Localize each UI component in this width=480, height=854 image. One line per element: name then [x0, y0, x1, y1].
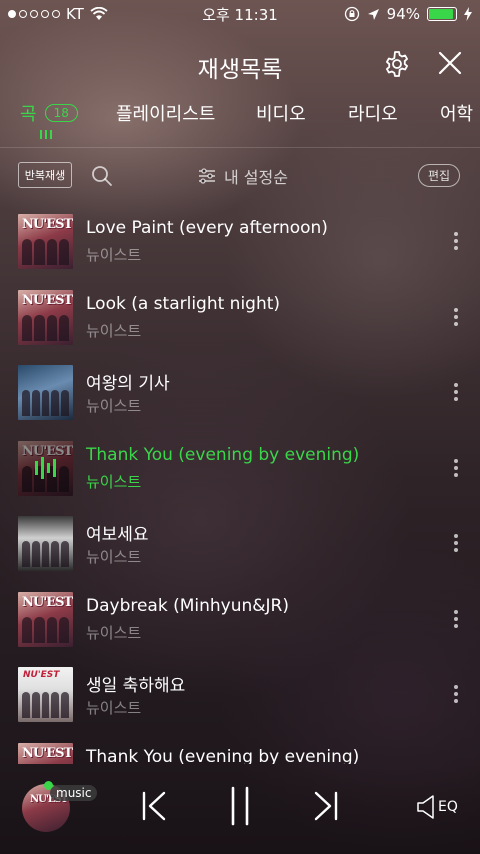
- track-artist: 뉴이스트: [86, 699, 142, 717]
- tab-songs[interactable]: 곡 18: [20, 100, 78, 126]
- battery-icon: [427, 7, 457, 21]
- track-title: 여보세요: [86, 525, 149, 545]
- music-tag: music: [50, 785, 98, 801]
- location-arrow-icon: [367, 8, 379, 20]
- track-row[interactable]: 여왕의 기사뉴이스트: [0, 355, 480, 431]
- speaker-icon: [417, 795, 434, 819]
- album-art-thumbnail: NU'EST: [18, 742, 73, 764]
- album-art-thumbnail: NU'EST: [18, 667, 73, 722]
- battery-percent: 94%: [386, 5, 420, 23]
- track-title: Daybreak (Minhyun&JR): [86, 595, 289, 616]
- more-options-icon[interactable]: [450, 534, 462, 556]
- tab-language[interactable]: 어학: [440, 100, 473, 126]
- next-track-icon[interactable]: [312, 790, 340, 822]
- playlist-header: 재생목록: [0, 45, 480, 85]
- track-artist: 뉴이스트: [86, 321, 142, 340]
- charging-bolt-icon: [464, 7, 472, 21]
- track-title: 여왕의 기사: [86, 374, 170, 394]
- list-toolbar: 반복재생 내 설정순 편집: [0, 158, 480, 194]
- track-artist: 뉴이스트: [86, 397, 142, 415]
- track-title: Thank You (evening by evening): [86, 444, 360, 465]
- track-list: NU'EST Love Paint (every afternoon) 뉴이스트 NU…: [0, 204, 480, 764]
- track-row[interactable]: NU'EST 생일 축하해요뉴이스트: [0, 657, 480, 733]
- album-art-thumbnail: NU'EST: [18, 591, 73, 647]
- wifi-icon: [90, 7, 108, 20]
- album-art-thumbnail: [18, 516, 73, 571]
- tab-playlists[interactable]: 플레이리스트: [116, 100, 215, 126]
- signal-strength-icon: [8, 10, 60, 18]
- pause-icon[interactable]: [228, 786, 252, 826]
- carrier-label: KT: [66, 5, 84, 23]
- track-title: Look (a starlight night): [86, 293, 281, 314]
- track-title: Love Paint (every afternoon): [86, 218, 328, 238]
- track-artist: 뉴이스트: [86, 246, 142, 264]
- track-artist: 뉴이스트: [86, 623, 142, 642]
- close-icon[interactable]: [436, 49, 464, 77]
- more-options-icon[interactable]: [450, 458, 462, 481]
- album-art-thumbnail: NU'EST: [18, 440, 73, 496]
- settings-gear-icon[interactable]: [382, 49, 412, 79]
- tab-radio[interactable]: 라디오: [348, 100, 398, 126]
- track-row[interactable]: NU'EST Thank You (evening by evening): [0, 733, 480, 765]
- sort-label: 내 설정순: [224, 168, 288, 187]
- track-row[interactable]: 여보세요뉴이스트: [0, 506, 480, 582]
- album-art-thumbnail: [18, 365, 73, 420]
- more-options-icon[interactable]: [450, 383, 462, 405]
- more-options-icon[interactable]: [450, 307, 462, 330]
- tabs-divider: [0, 147, 480, 148]
- song-count-badge: 18: [44, 104, 78, 122]
- more-options-icon[interactable]: [450, 232, 462, 254]
- track-row[interactable]: NU'EST Love Paint (every afternoon) 뉴이스트: [0, 204, 480, 280]
- track-title: 생일 축하해요: [86, 676, 186, 696]
- track-title: Thank You (evening by evening): [86, 746, 360, 765]
- edit-button[interactable]: 편집: [418, 164, 461, 187]
- repeat-play-button[interactable]: 반복재생: [18, 162, 72, 188]
- now-playing-equalizer-icon: [18, 440, 73, 496]
- tab-videos[interactable]: 비디오: [256, 100, 306, 126]
- track-row[interactable]: NU'EST Thank You (evening by evening) 뉴이스트: [0, 431, 480, 507]
- tab-label: 곡: [20, 104, 37, 125]
- status-bar: KT 오후 11:31 94%: [0, 0, 480, 28]
- eq-label: EQ: [438, 799, 458, 815]
- sliders-icon: [199, 168, 215, 184]
- album-art-thumbnail: NU'EST: [18, 289, 73, 345]
- equalizer-button[interactable]: EQ: [416, 794, 458, 820]
- track-row[interactable]: NU'EST Look (a starlight night) 뉴이스트: [0, 280, 480, 356]
- search-icon[interactable]: [90, 164, 114, 188]
- sort-order-button[interactable]: 내 설정순: [198, 164, 288, 188]
- more-options-icon[interactable]: [450, 685, 462, 707]
- category-tabs: 곡 18 플레이리스트 비디오 라디오 어학: [0, 96, 480, 144]
- rotation-lock-icon: [344, 6, 359, 22]
- track-artist: 뉴이스트: [86, 548, 142, 566]
- track-artist: 뉴이스트: [86, 472, 142, 491]
- mini-player: NU'EST music EQ: [0, 764, 480, 854]
- more-options-icon[interactable]: [450, 609, 462, 632]
- album-art-thumbnail: NU'EST: [18, 214, 73, 269]
- now-playing-tab-indicator-icon: [40, 130, 52, 139]
- previous-track-icon[interactable]: [140, 790, 168, 822]
- track-row[interactable]: NU'EST Daybreak (Minhyun&JR) 뉴이스트: [0, 582, 480, 658]
